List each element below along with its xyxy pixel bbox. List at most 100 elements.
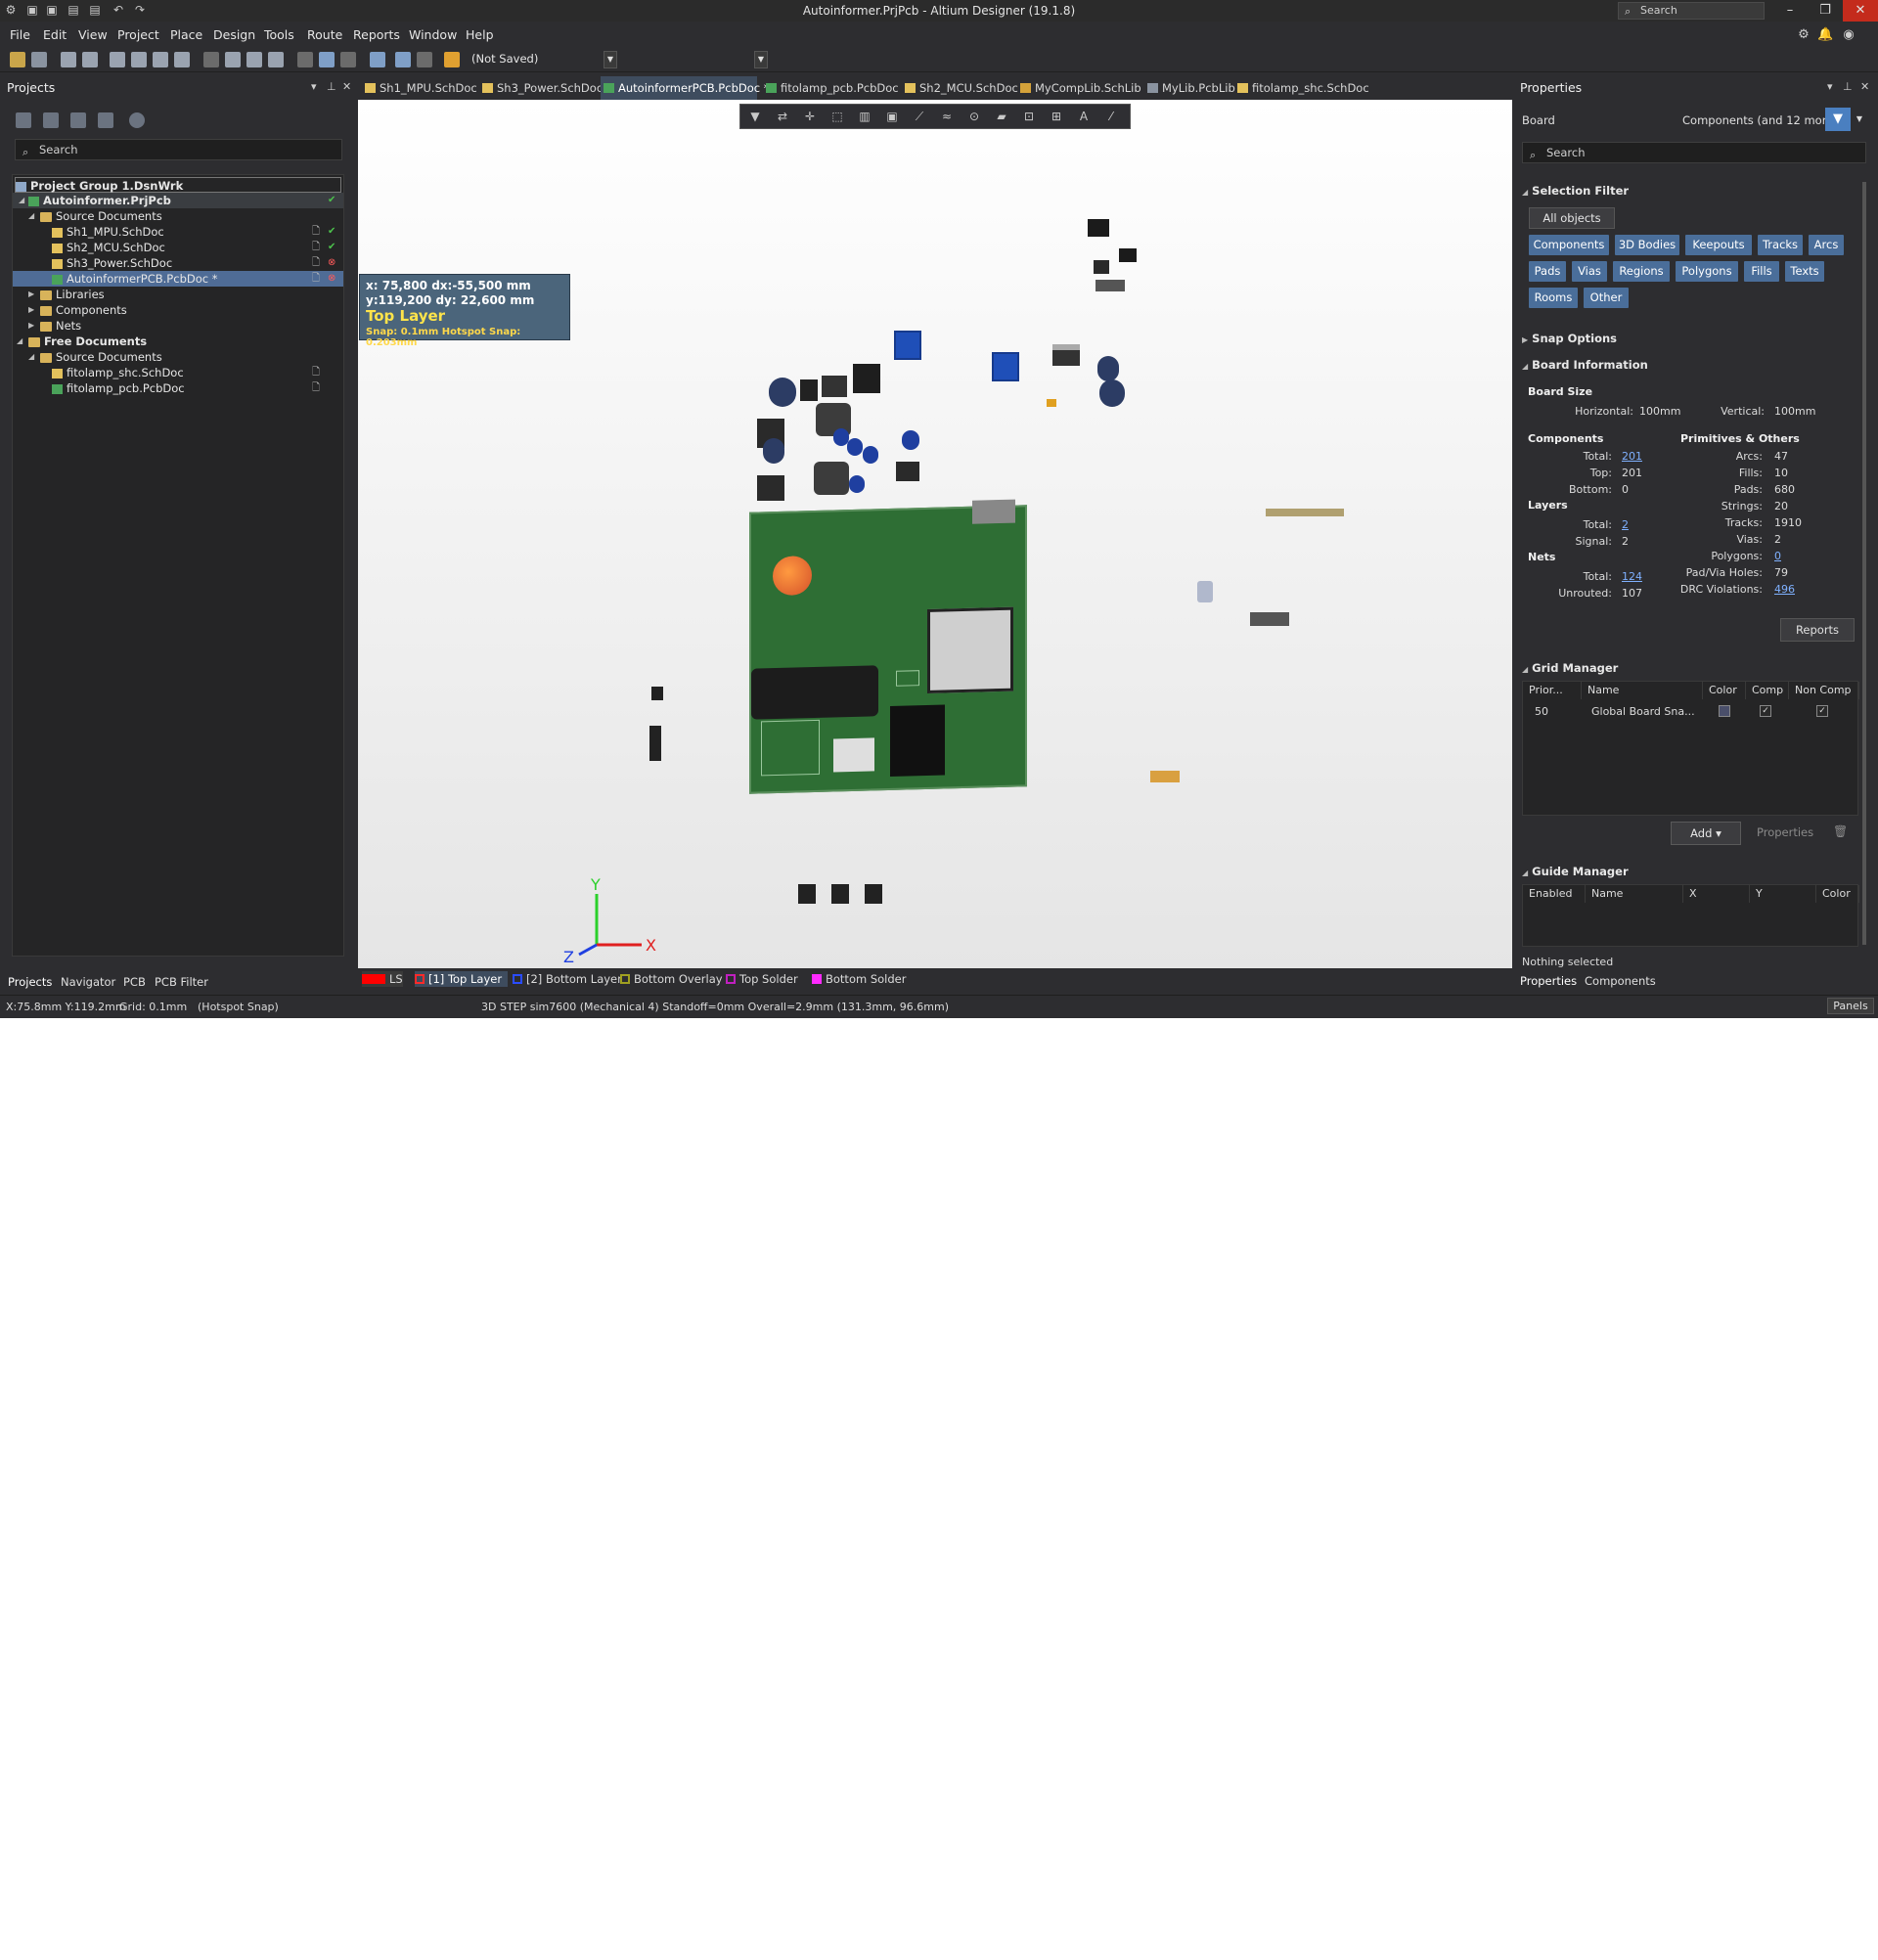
tab-fitolamp-shc[interactable]: fitolamp_shc.SchDoc: [1234, 76, 1369, 100]
tree-item-libraries[interactable]: ▶ Libraries: [13, 287, 343, 302]
panel-menu-chevron-icon[interactable]: ▾: [1827, 80, 1833, 93]
select-area-icon[interactable]: [297, 52, 313, 67]
projects-search-input[interactable]: ⌕ Search: [15, 139, 342, 160]
col-x[interactable]: X: [1683, 885, 1750, 903]
expanded-arrow-icon[interactable]: ◢: [19, 193, 24, 208]
dimension-icon[interactable]: ⊞: [1050, 110, 1063, 123]
tab-navigator[interactable]: Navigator: [61, 975, 115, 989]
polygon-icon[interactable]: ▰: [995, 110, 1008, 123]
filter-chip-arcs[interactable]: Arcs: [1809, 235, 1844, 255]
route-icon[interactable]: ⟋: [913, 110, 926, 123]
menu-tools[interactable]: Tools: [264, 27, 294, 42]
tab-autoinformer-pcbdoc[interactable]: AutoinformerPCB.PcbDoc *: [601, 76, 770, 100]
save-file-icon[interactable]: [31, 52, 47, 67]
menu-reports[interactable]: Reports: [353, 27, 400, 42]
minimize-button[interactable]: –: [1772, 0, 1808, 22]
tab-mylib[interactable]: MyLib.PcbLib: [1144, 76, 1235, 100]
layer-tab-bottom-solder[interactable]: Bottom Solder: [812, 971, 906, 987]
filter-chip-vias[interactable]: Vias: [1572, 261, 1607, 282]
filter-chip-components[interactable]: Components: [1529, 235, 1609, 255]
restore-button[interactable]: ❐: [1808, 0, 1843, 22]
open-file-icon[interactable]: [10, 52, 25, 67]
component-icon[interactable]: ▣: [885, 110, 899, 123]
col-enabled[interactable]: Enabled: [1523, 885, 1586, 903]
filter-chip-other[interactable]: Other: [1584, 288, 1629, 308]
project-settings-gear-icon[interactable]: [129, 112, 145, 128]
grid-manager-header[interactable]: ◢ Grid Manager: [1522, 661, 1618, 675]
user-account-icon[interactable]: ◉: [1841, 27, 1856, 43]
tree-item-free-documents[interactable]: ◢ Free Documents: [13, 334, 343, 349]
copy-icon[interactable]: [225, 52, 241, 67]
layer-tab-top[interactable]: [1] Top Layer: [415, 971, 509, 987]
layer-set-button[interactable]: LS: [362, 971, 403, 987]
close-panel-icon[interactable]: ✕: [342, 80, 351, 93]
nets-total-value[interactable]: 124: [1622, 570, 1642, 583]
text-icon[interactable]: A: [1077, 110, 1091, 123]
global-search-input[interactable]: ⌕ Search: [1618, 2, 1765, 20]
tree-item-free-source-documents[interactable]: ◢ Source Documents: [13, 349, 343, 365]
col-priority[interactable]: Prior...: [1523, 682, 1582, 699]
diff-pair-icon[interactable]: ≈: [940, 110, 954, 123]
prim-drc-value[interactable]: 496: [1774, 583, 1795, 596]
filter-button-icon[interactable]: ▼: [1825, 108, 1851, 131]
clear-filter-icon[interactable]: [370, 52, 385, 67]
save-project-icon[interactable]: [16, 112, 31, 128]
menu-design[interactable]: Design: [213, 27, 255, 42]
filter-chip-tracks[interactable]: Tracks: [1758, 235, 1803, 255]
notifications-bell-icon[interactable]: 🔔: [1817, 27, 1833, 43]
filter-dropdown-chevron-icon[interactable]: ▼: [1853, 108, 1866, 131]
print-icon[interactable]: [61, 52, 76, 67]
guide-manager-header[interactable]: ◢ Guide Manager: [1522, 865, 1629, 878]
tab-sh1-mpu[interactable]: Sh1_MPU.SchDoc: [362, 76, 477, 100]
cut-icon[interactable]: [203, 52, 219, 67]
grid-properties-button[interactable]: Properties: [1757, 825, 1813, 839]
compile-project-icon[interactable]: [43, 112, 59, 128]
paste-icon[interactable]: [246, 52, 262, 67]
tree-item-autoinformer-pcbdoc[interactable]: AutoinformerPCB.PcbDoc * 🗋 ⊗: [13, 271, 343, 287]
close-panel-icon[interactable]: ✕: [1860, 80, 1869, 93]
panel-menu-chevron-icon[interactable]: ▾: [311, 80, 317, 93]
tree-item-source-documents[interactable]: ◢ Source Documents: [13, 208, 343, 224]
add-grid-button[interactable]: Add ▾: [1671, 822, 1741, 845]
snap-options-header[interactable]: ▶ Snap Options: [1522, 332, 1617, 345]
move-selection-icon[interactable]: [319, 52, 335, 67]
collapsed-arrow-icon[interactable]: ▶: [28, 318, 34, 334]
align-icon[interactable]: ▥: [858, 110, 872, 123]
layer-tab-bottom-overlay[interactable]: Bottom Overlay: [620, 971, 723, 987]
layers-total-value[interactable]: 2: [1622, 518, 1629, 531]
select-icon[interactable]: ⇄: [776, 110, 789, 123]
zoom-fit-icon[interactable]: [110, 52, 125, 67]
tab-sh3-power[interactable]: Sh3_Power.SchDoc: [479, 76, 603, 100]
tree-item-components[interactable]: ▶ Components: [13, 302, 343, 318]
filter-chip-texts[interactable]: Texts: [1785, 261, 1824, 282]
zoom-selected-icon[interactable]: [153, 52, 168, 67]
filter-chip-pads[interactable]: Pads: [1529, 261, 1566, 282]
select-rect-icon[interactable]: ⬚: [830, 110, 844, 123]
close-window-button[interactable]: ✕: [1843, 0, 1878, 22]
tree-item-nets[interactable]: ▶ Nets: [13, 318, 343, 334]
move-icon[interactable]: ✛: [803, 110, 817, 123]
keepout-icon[interactable]: ⊡: [1022, 110, 1036, 123]
collapsed-arrow-icon[interactable]: ▶: [28, 302, 34, 318]
panels-button[interactable]: Panels: [1827, 998, 1874, 1014]
selection-filter-header[interactable]: ◢ Selection Filter: [1522, 184, 1629, 198]
expanded-arrow-icon[interactable]: ◢: [28, 208, 34, 224]
col-name[interactable]: Name: [1586, 885, 1683, 903]
all-objects-button[interactable]: All objects: [1529, 207, 1615, 229]
tab-mycomplib[interactable]: MyCompLib.SchLib: [1017, 76, 1141, 100]
settings-gear-icon[interactable]: ⚙: [1796, 27, 1811, 43]
filter-chip-3d-bodies[interactable]: 3D Bodies: [1615, 235, 1679, 255]
tab-properties[interactable]: Properties: [1520, 974, 1577, 988]
menu-route[interactable]: Route: [307, 27, 342, 42]
row-color-swatch[interactable]: [1719, 705, 1730, 717]
col-non-comp[interactable]: Non Comp: [1789, 682, 1859, 699]
tree-item-project-group[interactable]: Project Group 1.DsnWrk: [15, 177, 341, 193]
tab-pcb-filter[interactable]: PCB Filter: [155, 975, 208, 989]
line-icon[interactable]: ⁄: [1104, 110, 1118, 123]
tree-item-autoinformer-project[interactable]: ◢ Autoinformer.PrjPcb ✔: [13, 193, 343, 208]
cross-probe-icon[interactable]: [444, 52, 460, 67]
history-icon[interactable]: [98, 112, 113, 128]
filter-chip-keepouts[interactable]: Keepouts: [1685, 235, 1752, 255]
pin-icon[interactable]: ⊥: [1843, 80, 1853, 93]
tab-pcb[interactable]: PCB: [123, 975, 146, 989]
